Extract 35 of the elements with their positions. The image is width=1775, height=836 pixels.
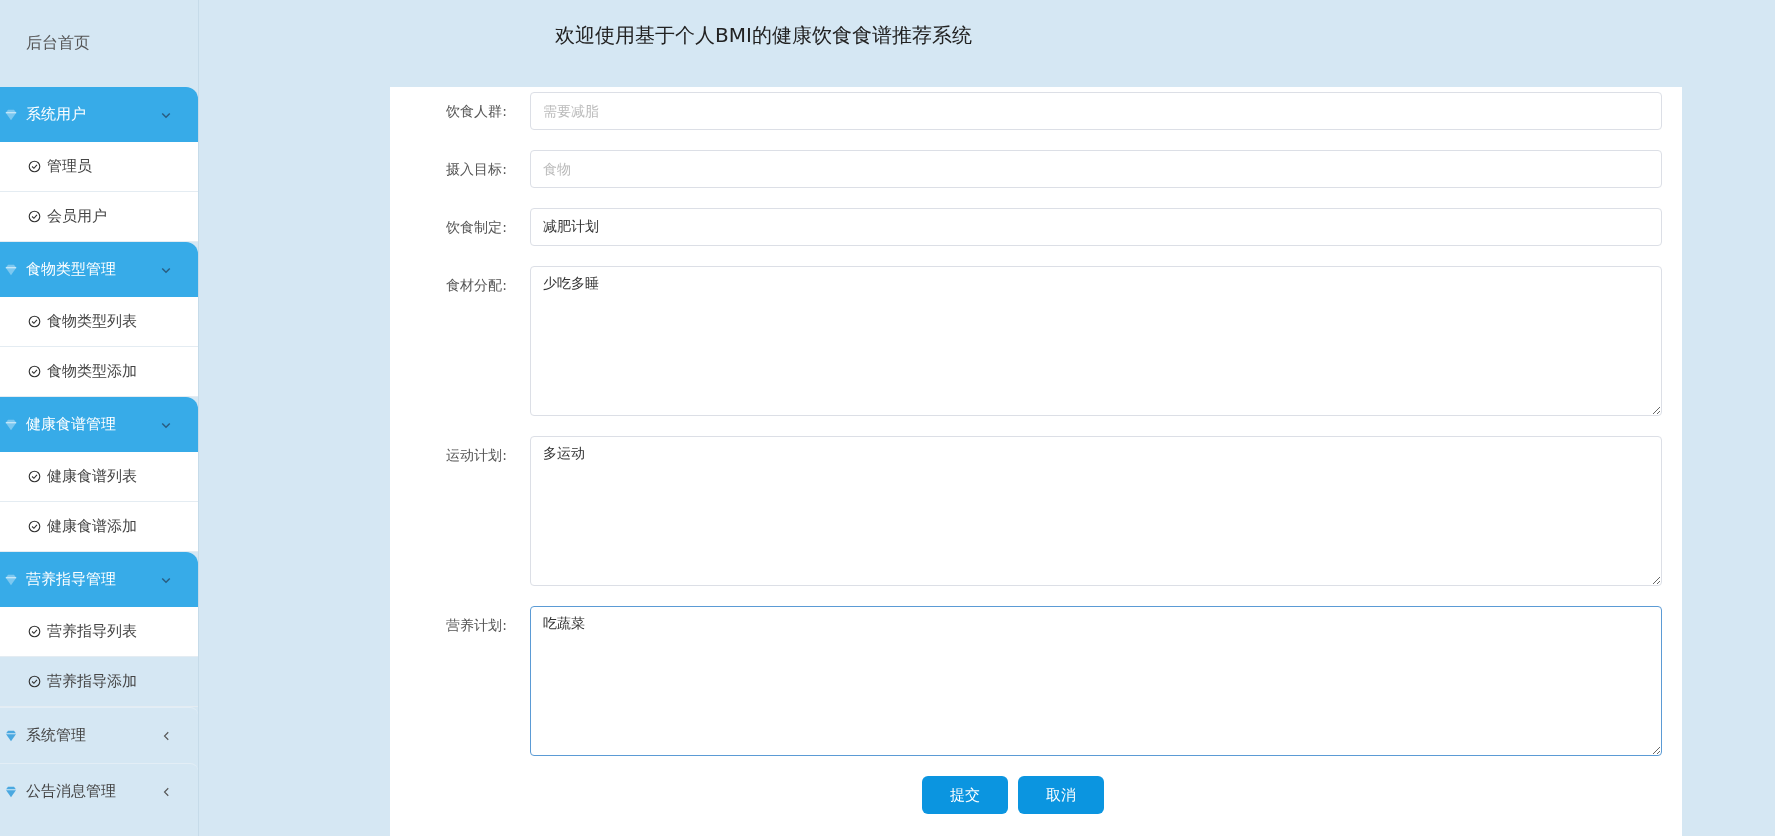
text-area[interactable]: 吃蔬菜 [530,606,1662,756]
check-circle-icon [28,470,41,483]
check-circle-icon [28,520,41,533]
text-area[interactable]: 多运动 [530,436,1662,586]
diamond-icon [4,729,18,742]
check-circle-icon [28,315,41,328]
diamond-icon [4,785,18,798]
sidebar-item[interactable]: 健康食谱添加 [0,502,198,552]
sidebar-item[interactable]: 食物类型列表 [0,297,198,347]
diamond-icon [4,108,18,121]
check-circle-icon [28,625,41,638]
check-circle-icon [28,675,41,688]
input-field[interactable]: 食物 [530,150,1662,188]
sidebar-item[interactable]: 会员用户 [0,192,198,242]
field-label: 饮食人群: [445,102,508,121]
check-circle-icon [28,365,41,378]
diamond-icon [4,418,18,431]
sidebar-item[interactable]: 营养指导列表 [0,607,198,657]
field-label: 饮食制定: [445,218,508,237]
input-field[interactable]: 减肥计划 [530,208,1662,246]
page-title: 欢迎使用基于个人BMI的健康饮食食谱推荐系统 [555,22,972,49]
field-label: 食材分配: [445,276,508,295]
field-label: 摄入目标: [445,160,508,179]
diamond-icon [4,573,18,586]
diamond-icon [4,263,18,276]
sidebar-link[interactable]: 后台首页 [0,0,198,87]
check-circle-icon [28,160,41,173]
field-label: 营养计划: [445,616,508,635]
input-field[interactable]: 需要减脂 [530,92,1662,130]
sidebar-item[interactable]: 管理员 [0,142,198,192]
text-area[interactable]: 少吃多睡 [530,266,1662,416]
check-circle-icon [28,210,41,223]
field-label: 运动计划: [445,446,508,465]
sidebar-item[interactable]: 健康食谱列表 [0,452,198,502]
sidebar-item[interactable]: 食物类型添加 [0,347,198,397]
